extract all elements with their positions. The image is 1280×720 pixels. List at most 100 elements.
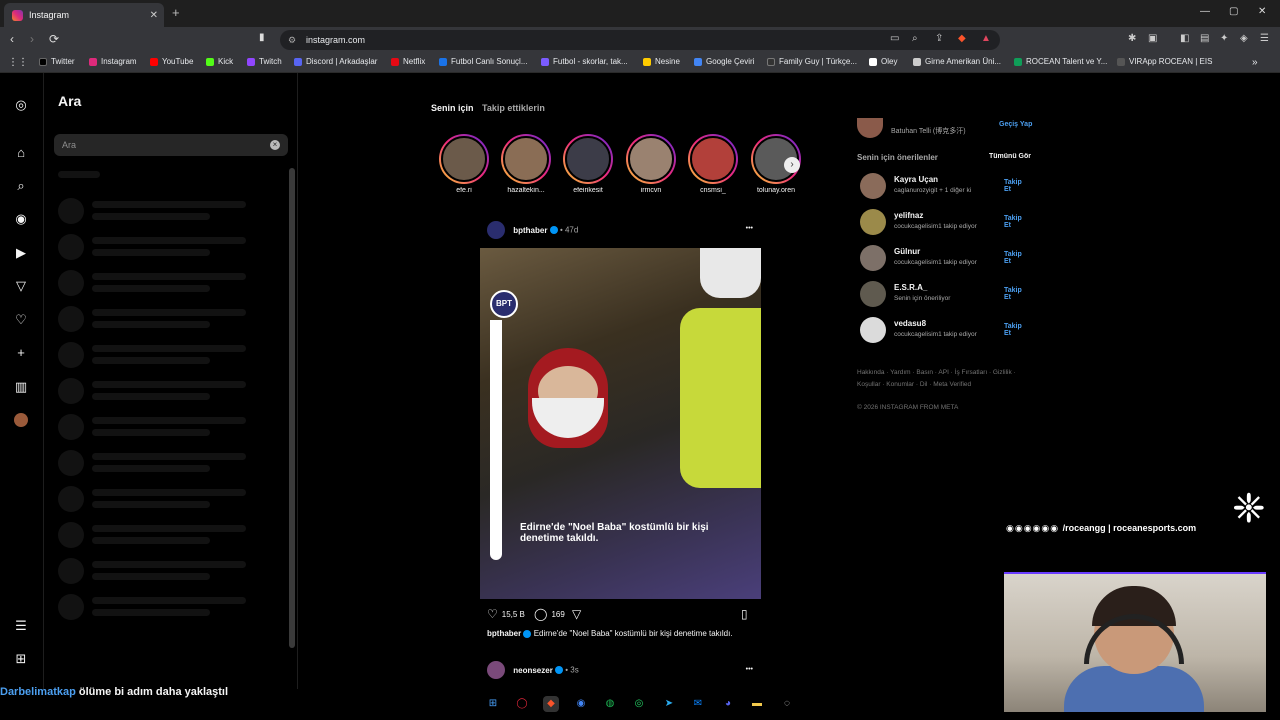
file-explorer-icon[interactable]: ▬ [749,696,765,712]
bookmark-twitter[interactable]: Twitter [39,57,75,66]
switch-account-link[interactable]: Geçiş Yap [999,121,1032,128]
bookmark-google-translate[interactable]: Google Çeviri [694,57,754,66]
current-user-avatar[interactable] [857,118,883,138]
bookmark-instagram[interactable]: Instagram [89,57,137,66]
follow-button[interactable]: Takip Et [1004,179,1030,193]
save-button[interactable]: ▯ [741,607,748,621]
bookmark-netflix[interactable]: Netflix [391,57,425,66]
post-author-avatar[interactable] [487,221,505,239]
windows-start-icon[interactable]: ⊞ [485,696,501,712]
browser-tab[interactable]: Instagram ✕ [4,3,164,27]
suggestion-avatar[interactable] [860,317,886,343]
bookmark-kick[interactable]: Kick [206,57,233,66]
explore-icon[interactable]: ◉ [13,211,29,227]
bookmark-icon[interactable]: ▮ [259,32,265,43]
clear-search-icon[interactable]: × [270,140,280,150]
new-tab-button[interactable]: + [172,5,180,20]
story-item[interactable]: efe.ri [437,134,491,194]
bookmark-futbol-skorlar[interactable]: Futbol - skorlar, tak... [541,57,628,66]
suggestion-avatar[interactable] [860,209,886,235]
vpn-icon[interactable]: ◈ [1240,33,1248,44]
bookmark-futbol-canli[interactable]: Futbol Canlı Sonuçl... [439,57,527,66]
bookmark-youtube[interactable]: YouTube [150,57,193,66]
leo-icon[interactable]: ✦ [1220,33,1228,44]
story-item[interactable]: irmcvn [624,134,678,194]
search-panel-scrollbar[interactable] [289,168,295,648]
brave-shields-icon[interactable]: ◆ [958,33,966,44]
reels-icon[interactable]: ▶ [13,245,29,261]
messages-icon[interactable]: ▽ [13,278,29,294]
suggestion-username[interactable]: vedasu8 [894,319,926,328]
discord-icon[interactable]: ◕ [720,696,736,712]
story-item[interactable]: cnsmsi_ [686,134,740,194]
suggestion-username[interactable]: E.S.R.A_ [894,283,927,292]
suggestion-username[interactable]: Kayra Uçan [894,175,938,184]
follow-button[interactable]: Takip Et [1004,215,1030,229]
zoom-icon[interactable]: ⌕ [912,33,918,44]
close-tab-icon[interactable]: ✕ [150,10,158,21]
close-window-button[interactable]: ✕ [1258,6,1266,17]
back-icon[interactable]: ‹ [10,32,14,46]
site-info-icon[interactable]: ⚙ [288,30,296,50]
more-menu-icon[interactable]: ☰ [13,618,29,634]
chrome-icon[interactable]: ◉ [573,696,589,712]
sidebar-icon[interactable]: ◧ [1180,33,1189,44]
telegram-icon[interactable]: ➤ [661,696,677,712]
whatsapp-icon[interactable]: ◎ [631,696,647,712]
bookmark-nesine[interactable]: Nesine [643,57,680,66]
post-username[interactable]: bpthaber [513,226,547,235]
comment-button[interactable]: ◯ 169 [534,607,565,621]
instagram-logo-icon[interactable]: ◎ [13,97,29,113]
share-icon[interactable]: ⇪ [935,33,943,44]
cast-icon[interactable]: ▭ [890,33,899,44]
dashboard-icon[interactable]: ▥ [13,379,29,395]
also-from-meta-icon[interactable]: ⊞ [13,651,29,667]
share-button[interactable]: ▽ [572,607,581,621]
opera-icon[interactable]: ◯ [514,696,530,712]
follow-button[interactable]: Takip Et [1004,323,1030,337]
bookmark-discord[interactable]: Discord | Arkadaşlar [294,57,377,66]
see-all-link[interactable]: Tümünü Gör [989,153,1031,160]
bookmark-family-guy[interactable]: Family Guy | Türkçe... [767,57,857,66]
post-author-avatar[interactable] [487,661,505,679]
post-more-icon[interactable]: ••• [746,666,753,673]
suggestion-username[interactable]: Gülnur [894,247,920,256]
wallet-icon[interactable]: ▤ [1200,33,1209,44]
suggestion-username[interactable]: yelifnaz [894,211,923,220]
create-plus-icon[interactable]: + [13,345,29,361]
post-more-icon[interactable]: ••• [746,225,753,232]
extensions-icon[interactable]: ✱ [1128,33,1136,44]
reload-icon[interactable]: ⟳ [49,32,59,46]
notifications-heart-icon[interactable]: ♡ [13,312,29,328]
profile-avatar[interactable] [14,413,28,427]
tab-search-icon[interactable]: ▣ [1148,33,1157,44]
suggestion-avatar[interactable] [860,173,886,199]
search-icon[interactable]: ⌕ [13,178,29,194]
menu-icon[interactable]: ☰ [1260,33,1269,44]
suggestion-avatar[interactable] [860,281,886,307]
footer-links[interactable]: Hakkında · Yardım · Basın · API · İş Fır… [857,367,1037,391]
stories-next-icon[interactable]: › [784,157,800,173]
forward-icon[interactable]: › [30,32,34,46]
story-item[interactable]: hazaltekin... [499,134,553,194]
caption-username[interactable]: bpthaber [487,629,521,638]
minimize-button[interactable]: — [1200,6,1210,17]
search-input[interactable]: Ara × [54,134,288,156]
bookmark-virapp[interactable]: VIRApp ROCEAN | EIS [1117,57,1212,66]
bookmark-twitch[interactable]: Twitch [247,57,282,66]
follow-button[interactable]: Takip Et [1004,251,1030,265]
story-item[interactable]: efeirikesit [561,134,615,194]
outlook-icon[interactable]: ✉ [690,696,706,712]
spotify-icon[interactable]: ◍ [602,696,618,712]
bookmark-girne[interactable]: Girne Amerikan Üni... [913,57,1001,66]
brave-rewards-icon[interactable]: ▲ [981,33,991,44]
post-username[interactable]: neonsezer [513,666,553,675]
tab-following[interactable]: Takip ettiklerin [482,103,545,113]
bookmark-oley[interactable]: Oley [869,57,897,66]
obs-icon[interactable]: ◌ [779,696,795,712]
apps-icon[interactable]: ⋮⋮ [8,57,28,68]
follow-button[interactable]: Takip Et [1004,287,1030,301]
brave-icon[interactable]: ◆ [543,696,559,712]
suggestion-avatar[interactable] [860,245,886,271]
post-media[interactable]: BPT Edirne'de "Noel Baba" kostümlü bir k… [480,248,761,599]
